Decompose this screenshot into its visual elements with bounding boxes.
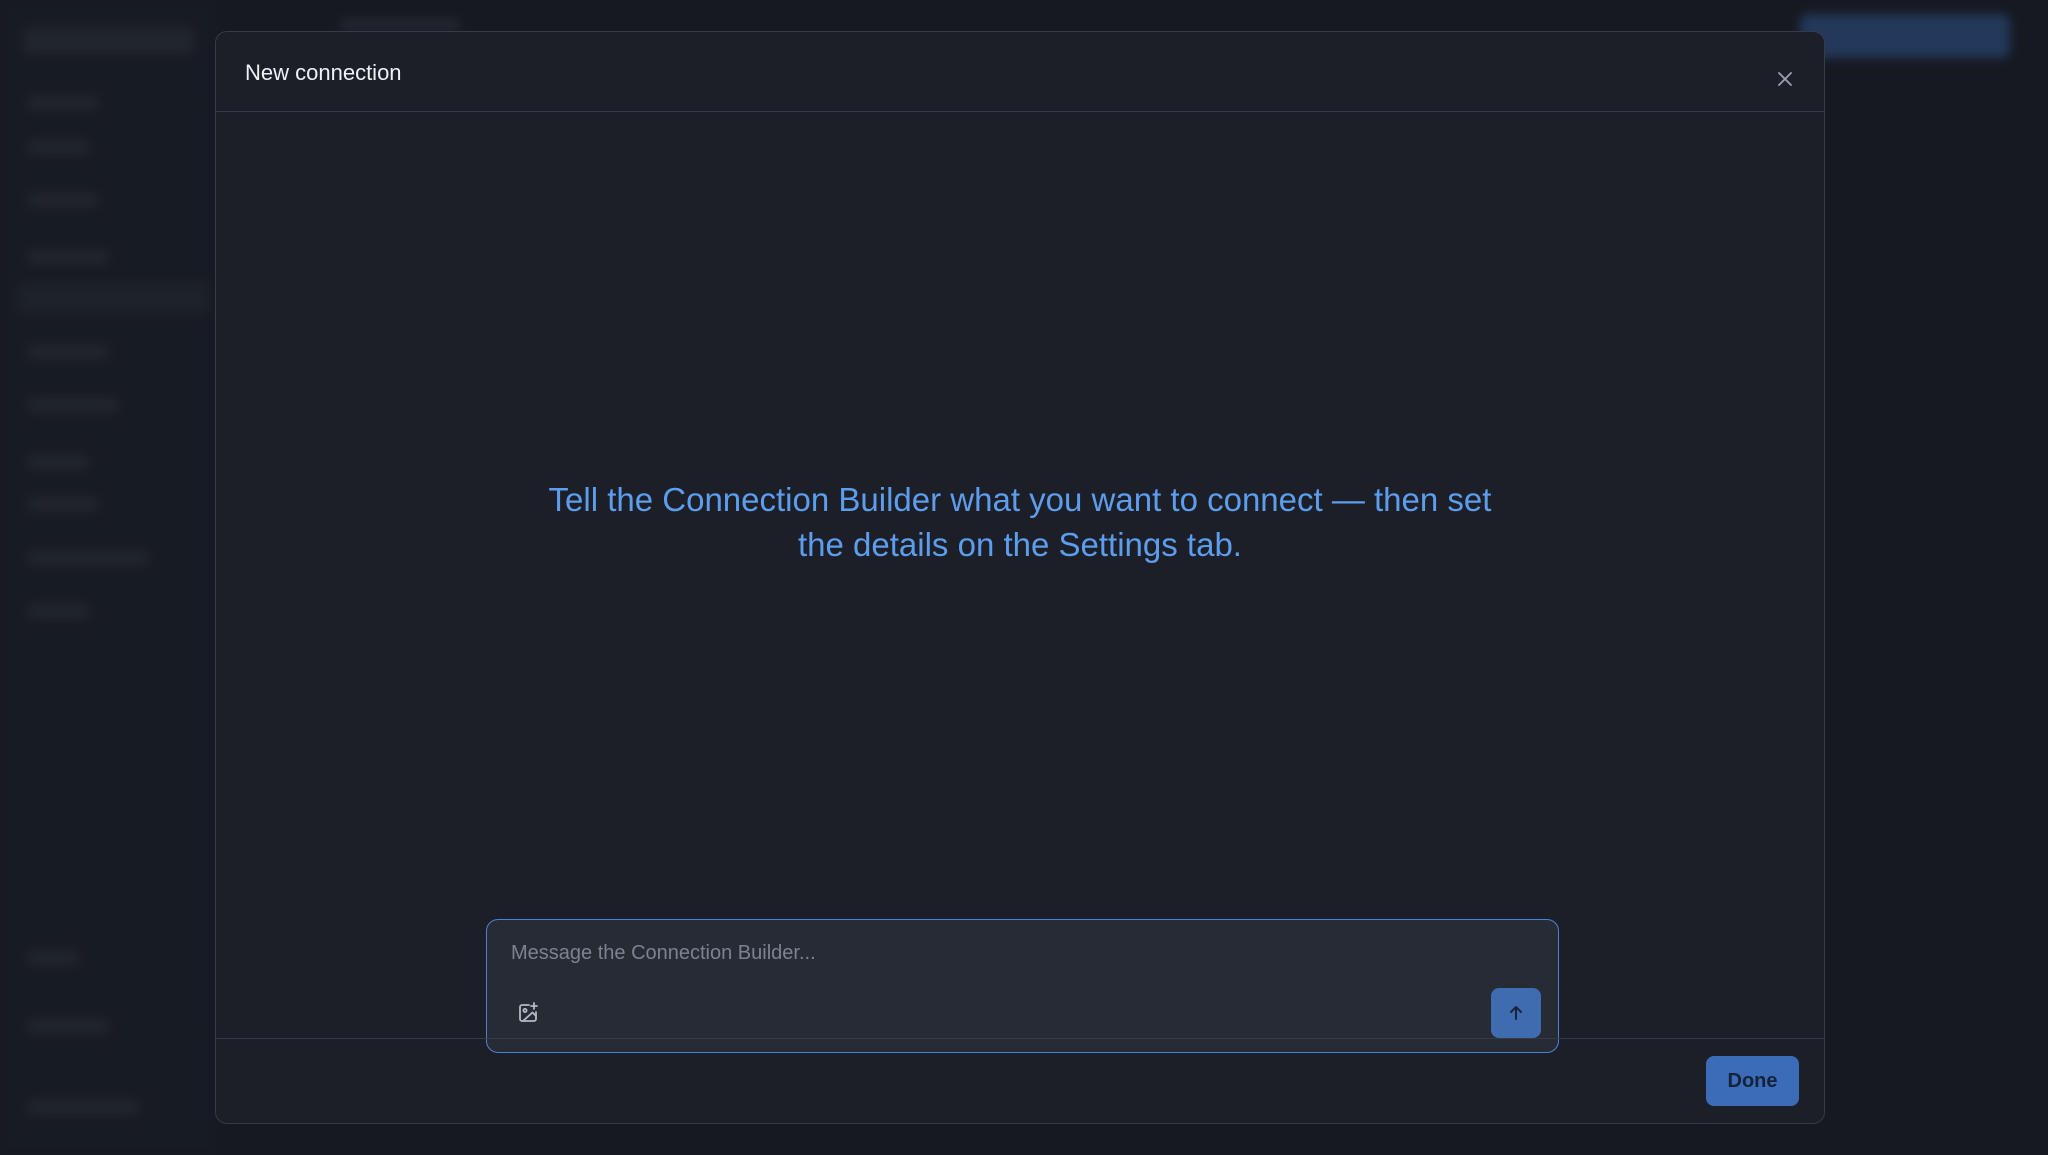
dialog-body: Tell the Connection Builder what you wan… <box>216 113 1824 1071</box>
attach-image-button[interactable] <box>513 998 543 1028</box>
close-button[interactable] <box>1772 66 1798 92</box>
new-connection-dialog: New connection Tell the Connection Build… <box>215 31 1825 1124</box>
empty-state-message: Tell the Connection Builder what you wan… <box>216 477 1824 567</box>
dialog-title: New connection <box>245 60 402 85</box>
done-button[interactable]: Done <box>1706 1056 1799 1106</box>
message-input[interactable] <box>509 936 1529 970</box>
message-composer <box>486 919 1559 1053</box>
send-button[interactable] <box>1491 988 1541 1038</box>
dialog-footer: Done <box>216 1038 1824 1123</box>
close-icon <box>1778 72 1792 86</box>
dialog-header: New connection <box>216 32 1824 112</box>
arrow-up-icon <box>1510 1006 1522 1020</box>
empty-state-line-2: the details on the Settings tab. <box>798 526 1242 563</box>
image-plus-icon <box>519 1002 538 1022</box>
empty-state-line-1: Tell the Connection Builder what you wan… <box>548 481 1492 518</box>
